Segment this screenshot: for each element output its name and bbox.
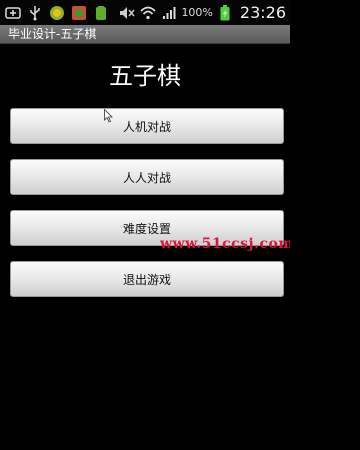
mouse-cursor-icon	[104, 109, 113, 123]
human-vs-human-button[interactable]: 人人对战	[10, 159, 284, 195]
android-icon	[92, 4, 110, 22]
wifi-icon	[139, 4, 157, 22]
human-vs-computer-button[interactable]: 人机对战	[10, 108, 284, 144]
game-icon	[70, 4, 88, 22]
app-icon	[48, 4, 66, 22]
page-title: 五子棋	[109, 62, 181, 90]
app-title-bar: 毕业设计-五子棋	[0, 25, 290, 44]
status-bar-right: 100% 23:26	[118, 3, 290, 22]
exit-game-button[interactable]: 退出游戏	[10, 261, 284, 297]
signal-icon	[160, 4, 178, 22]
watermark-text: www.51ccsj.com	[160, 236, 290, 252]
battery-icon	[216, 4, 234, 22]
status-bar-left	[0, 4, 110, 22]
usb-icon	[26, 4, 44, 22]
notification-icon	[4, 4, 22, 22]
status-bar: 100% 23:26	[0, 0, 290, 25]
app-screen: 100% 23:26 毕业设计-五子棋 五子棋 人机对战 人人对战 难度设置 退…	[0, 0, 290, 450]
mute-icon	[118, 4, 136, 22]
battery-percent: 100%	[181, 6, 213, 19]
black-margin	[290, 0, 360, 450]
status-clock: 23:26	[239, 3, 286, 22]
